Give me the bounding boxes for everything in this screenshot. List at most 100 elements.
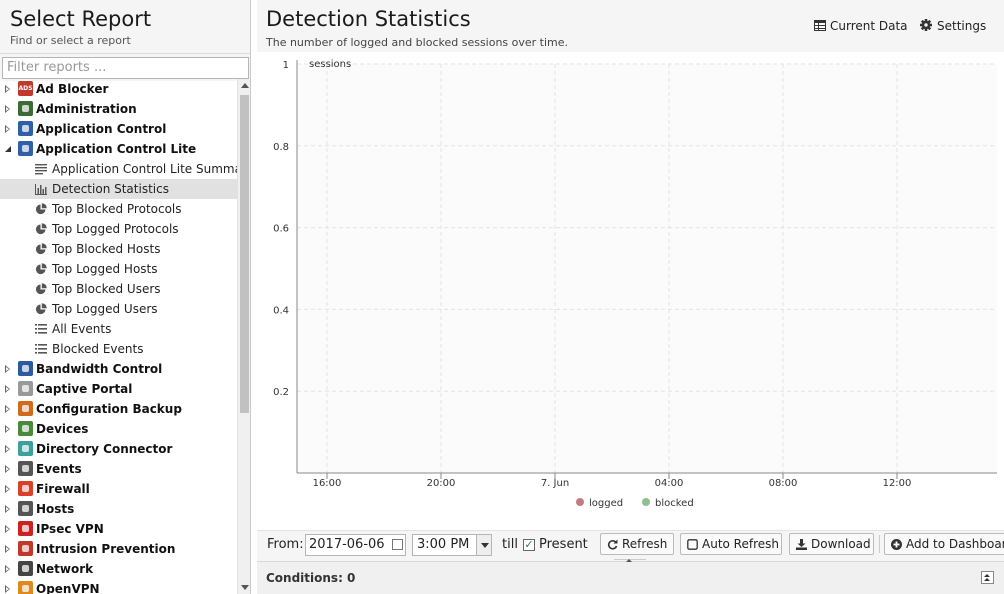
tree-item-label: Firewall [36, 482, 90, 496]
report-selector-subtitle: Find or select a report [10, 34, 131, 47]
tree-app-node[interactable]: Network [0, 559, 237, 579]
tree-report-item[interactable]: Top Logged Protocols [0, 219, 237, 239]
collapsed-arrow-icon[interactable] [5, 365, 10, 373]
collapsed-arrow-icon[interactable] [5, 125, 10, 133]
tree-app-node[interactable]: Application Control Lite [0, 139, 237, 159]
add-to-dashboard-label: Add to Dashboard [906, 537, 1004, 551]
tree-app-node[interactable]: Firewall [0, 479, 237, 499]
tree-item-label: Ad Blocker [36, 82, 109, 96]
report-subtitle: The number of logged and blocked session… [266, 36, 569, 49]
tree-report-item[interactable]: Top Blocked Hosts [0, 239, 237, 259]
refresh-label: Refresh [622, 537, 668, 551]
tree-app-node[interactable]: Directory Connector [0, 439, 237, 459]
refresh-button[interactable]: Refresh [600, 533, 674, 555]
collapsed-arrow-icon[interactable] [5, 465, 10, 473]
tree-report-item[interactable]: Detection Statistics [0, 179, 237, 199]
collapsed-arrow-icon[interactable] [5, 105, 10, 113]
pie-chart-icon [35, 223, 47, 235]
tree-app-node[interactable]: Captive Portal [0, 379, 237, 399]
collapsed-arrow-icon[interactable] [5, 585, 10, 593]
splitter-handle[interactable] [614, 559, 646, 564]
tree-item-label: Events [36, 462, 82, 476]
x-tick-label: 12:00 [883, 478, 912, 489]
plus-circle-icon [891, 539, 902, 550]
tree-app-node[interactable]: Events [0, 459, 237, 479]
collapsed-arrow-icon[interactable] [5, 525, 10, 533]
report-panel: Detection Statistics The number of logge… [257, 0, 1004, 594]
add-to-dashboard-button[interactable]: Add to Dashboard [884, 533, 1004, 555]
download-button[interactable]: Download [789, 533, 874, 555]
expanded-arrow-icon[interactable] [5, 146, 11, 152]
tree-item-label: Top Logged Hosts [52, 262, 158, 276]
ipsec-vpn-icon [18, 521, 33, 536]
scroll-thumb[interactable] [240, 95, 249, 413]
tree-item-label: Network [36, 562, 94, 576]
tree-report-item[interactable]: Application Control Lite Summary [0, 159, 237, 179]
collapsed-arrow-icon[interactable] [5, 405, 10, 413]
tree-app-node[interactable]: Bandwidth Control [0, 359, 237, 379]
collapsed-arrow-icon[interactable] [5, 445, 10, 453]
settings-button[interactable]: Settings [920, 19, 986, 33]
tree-item-label: Directory Connector [36, 442, 173, 456]
tree-report-item[interactable]: Top Logged Users [0, 299, 237, 319]
filter-reports-input[interactable] [2, 56, 249, 79]
tree-app-node[interactable]: OpenVPN [0, 579, 237, 594]
tree-app-node[interactable]: Configuration Backup [0, 399, 237, 419]
y-tick-label: 0.6 [273, 224, 289, 235]
auto-refresh-button[interactable]: Auto Refresh [680, 533, 782, 555]
collapsed-arrow-icon[interactable] [5, 545, 10, 553]
collapsed-arrow-icon[interactable] [5, 505, 10, 513]
legend-marker [576, 498, 584, 506]
tree-report-item[interactable]: Top Logged Hosts [0, 259, 237, 279]
scroll-down-arrow-icon[interactable] [241, 585, 249, 590]
tree-app-node[interactable]: Application Control [0, 119, 237, 139]
current-data-button[interactable]: Current Data [814, 19, 908, 33]
tree-item-label: Administration [36, 102, 137, 116]
report-header: Detection Statistics The number of logge… [257, 0, 1004, 52]
x-tick-label: 08:00 [769, 478, 798, 489]
x-tick-label: 04:00 [655, 478, 684, 489]
scroll-up-arrow-icon[interactable] [241, 83, 249, 88]
hosts-icon [18, 501, 33, 516]
captive-portal-icon [18, 381, 33, 396]
expand-conditions-icon[interactable] [981, 571, 994, 584]
tree-app-node[interactable]: ADS Ad Blocker [0, 79, 237, 99]
tree-report-item[interactable]: Top Blocked Protocols [0, 199, 237, 219]
tree-item-label: Top Blocked Users [52, 282, 161, 296]
collapsed-arrow-icon[interactable] [5, 385, 10, 393]
report-title: Detection Statistics [266, 7, 471, 31]
tree-item-label: Configuration Backup [36, 402, 182, 416]
administration-icon [18, 101, 33, 116]
tree-app-node[interactable]: Administration [0, 99, 237, 119]
tree-report-item[interactable]: Top Blocked Users [0, 279, 237, 299]
tree-report-item[interactable]: All Events [0, 319, 237, 339]
tree-app-node[interactable]: Devices [0, 419, 237, 439]
tree-scrollbar[interactable] [237, 79, 250, 594]
checkbox-empty-icon [687, 539, 698, 550]
directory-connector-icon [18, 441, 33, 456]
collapsed-arrow-icon[interactable] [5, 485, 10, 493]
calendar-icon[interactable] [392, 539, 403, 550]
present-checkbox[interactable]: ✓ [523, 539, 535, 551]
plot-area [297, 64, 997, 473]
tree-app-node[interactable]: IPsec VPN [0, 519, 237, 539]
from-date-field[interactable]: 2017-06-06 [305, 534, 406, 556]
tree-item-label: Top Logged Users [52, 302, 158, 316]
from-time-select[interactable]: 3:00 PM [412, 534, 492, 556]
tree-item-label: Detection Statistics [52, 182, 169, 196]
tree-app-node[interactable]: Hosts [0, 499, 237, 519]
refresh-icon [607, 539, 618, 550]
collapsed-arrow-icon[interactable] [5, 85, 10, 93]
firewall-icon [18, 481, 33, 496]
report-tree: ADS Ad Blocker Administration Application C… [0, 79, 237, 594]
tree-report-item[interactable]: Blocked Events [0, 339, 237, 359]
tree-item-label: IPsec VPN [36, 522, 104, 536]
toolbar-separator [879, 535, 880, 553]
tree-item-label: Application Control Lite [36, 142, 197, 156]
tree-app-node[interactable]: Intrusion Prevention [0, 539, 237, 559]
collapsed-arrow-icon[interactable] [5, 565, 10, 573]
y-tick-label: 0.2 [273, 387, 289, 398]
collapsed-arrow-icon[interactable] [5, 425, 10, 433]
chevron-down-icon[interactable] [476, 535, 491, 555]
bar-chart-icon [35, 184, 47, 195]
